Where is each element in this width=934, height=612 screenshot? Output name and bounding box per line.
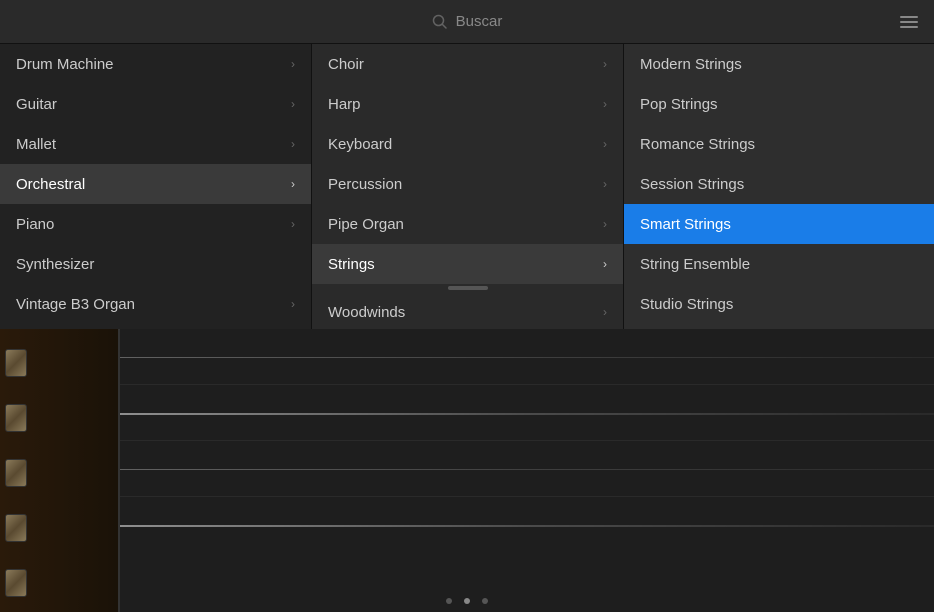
menu-item-strings[interactable]: Strings › [312, 244, 623, 284]
menu-item-modern-strings[interactable]: Modern Strings [624, 44, 934, 84]
menu-item-synthesizer[interactable]: Synthesizer [0, 244, 311, 284]
menu-item-romance-strings[interactable]: Romance Strings [624, 124, 934, 164]
menu-item-orchestral[interactable]: Orchestral › [0, 164, 311, 204]
string-row [120, 441, 934, 497]
instrument-area [0, 329, 934, 612]
chevron-icon: › [603, 57, 607, 71]
tuning-peg [5, 349, 27, 377]
chevron-icon: › [603, 305, 607, 319]
chevron-icon: › [603, 137, 607, 151]
search-placeholder: Buscar [456, 13, 503, 30]
search-bar[interactable]: Buscar [0, 0, 934, 44]
menu-item-choir[interactable]: Choir › [312, 44, 623, 84]
string-line [120, 357, 934, 358]
menu-icon[interactable] [900, 16, 918, 28]
strings-area [120, 329, 934, 612]
search-inner: Buscar [432, 13, 503, 30]
menus-container: Drum Machine › Guitar › Mallet › Orchest… [0, 44, 934, 329]
tuning-peg [5, 569, 27, 597]
menu-item-guitar[interactable]: Guitar › [0, 84, 311, 124]
category-column: Drum Machine › Guitar › Mallet › Orchest… [0, 44, 312, 329]
menu-item-string-ensemble[interactable]: String Ensemble [624, 244, 934, 284]
nav-dot-active[interactable] [464, 598, 470, 604]
menu-item-studio-strings[interactable]: Studio Strings [624, 284, 934, 324]
string-row [120, 385, 934, 441]
string-line [120, 525, 934, 527]
menu-item-smart-strings[interactable]: Smart Strings [624, 204, 934, 244]
nav-dot[interactable] [446, 598, 452, 604]
subcategory-column: Choir › Harp › Keyboard › Percussion › P… [312, 44, 624, 329]
scroll-indicator [312, 284, 623, 292]
chevron-icon: › [291, 97, 295, 111]
menu-item-pop-strings[interactable]: Pop Strings [624, 84, 934, 124]
menu-item-session-strings[interactable]: Session Strings [624, 164, 934, 204]
tuning-peg [5, 404, 27, 432]
chevron-icon: › [291, 297, 295, 311]
chevron-icon: › [291, 217, 295, 231]
menu-item-harp[interactable]: Harp › [312, 84, 623, 124]
menu-item-piano[interactable]: Piano › [0, 204, 311, 244]
instrument-column: Modern Strings Pop Strings Romance Strin… [624, 44, 934, 329]
search-icon [432, 14, 448, 30]
string-row [120, 329, 934, 385]
chevron-icon: › [603, 257, 607, 271]
menu-item-keyboard[interactable]: Keyboard › [312, 124, 623, 164]
tuning-peg [5, 514, 27, 542]
chevron-icon: › [603, 177, 607, 191]
chevron-icon: › [603, 97, 607, 111]
tuning-peg [5, 459, 27, 487]
menu-item-mallet[interactable]: Mallet › [0, 124, 311, 164]
bottom-dots [446, 598, 488, 604]
chevron-icon: › [291, 57, 295, 71]
string-line [120, 469, 934, 470]
string-row [120, 497, 934, 553]
string-line [120, 413, 934, 415]
nav-dot[interactable] [482, 598, 488, 604]
chevron-icon: › [291, 177, 295, 191]
scroll-handle [448, 286, 488, 290]
chevron-icon: › [291, 137, 295, 151]
menu-item-drum-machine[interactable]: Drum Machine › [0, 44, 311, 84]
menu-item-pipe-organ[interactable]: Pipe Organ › [312, 204, 623, 244]
menu-item-woodwinds[interactable]: Woodwinds › [312, 292, 623, 332]
left-panel [0, 329, 120, 612]
menu-item-percussion[interactable]: Percussion › [312, 164, 623, 204]
chevron-icon: › [603, 217, 607, 231]
menu-item-vintage-b3[interactable]: Vintage B3 Organ › [0, 284, 311, 324]
